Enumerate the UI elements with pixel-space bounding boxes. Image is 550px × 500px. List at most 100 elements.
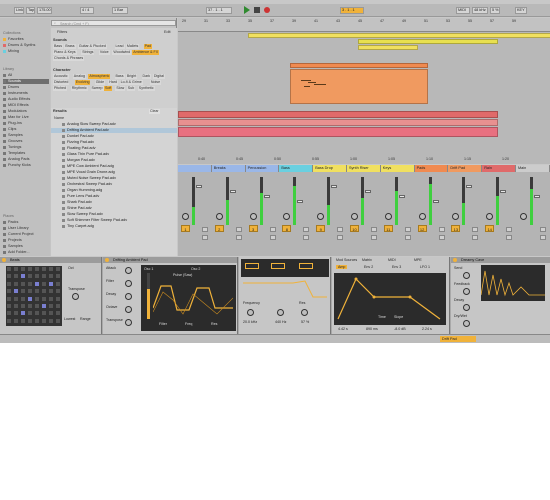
drum-pad[interactable] bbox=[55, 303, 61, 309]
sidebar-item-punchy-kicks[interactable]: Punchy Kicks bbox=[3, 163, 49, 168]
pan-knob[interactable] bbox=[520, 213, 527, 220]
mod-tab[interactable]: Matrix bbox=[362, 258, 372, 262]
drum-pad[interactable] bbox=[20, 310, 26, 317]
filter-tag-atmospheric[interactable]: Atmospheric bbox=[88, 74, 111, 79]
pan-knob[interactable] bbox=[249, 213, 257, 220]
drum-pad[interactable] bbox=[20, 295, 26, 302]
track-activator[interactable]: 14 bbox=[485, 225, 495, 232]
drum-pad[interactable] bbox=[55, 266, 61, 272]
sidebar-item-modulators[interactable]: Modulators bbox=[3, 109, 49, 114]
arrangement-clip[interactable] bbox=[178, 127, 498, 137]
mixer-channel-header[interactable]: Main bbox=[516, 165, 550, 172]
places-item-current-project[interactable]: Current Project bbox=[3, 232, 49, 237]
signature-field[interactable]: 4 / 4 bbox=[80, 7, 94, 14]
arm-button[interactable] bbox=[438, 235, 445, 240]
filter-tag-lead[interactable]: Lead bbox=[114, 44, 125, 49]
delay-knob[interactable] bbox=[463, 320, 470, 327]
key-map-button[interactable]: KEY bbox=[515, 7, 527, 14]
filter-tag-glide[interactable]: Glide bbox=[94, 80, 106, 85]
filter-tag-woodwind[interactable]: Woodwind bbox=[112, 50, 132, 55]
filter-tag-evolving[interactable]: Evolving bbox=[74, 80, 91, 85]
drum-pad[interactable] bbox=[13, 288, 19, 295]
drum-pad[interactable] bbox=[48, 310, 54, 317]
sidebar-item-instruments[interactable]: Instruments bbox=[3, 91, 49, 96]
mod-slot-2[interactable] bbox=[271, 263, 285, 269]
pan-knob[interactable] bbox=[283, 213, 291, 220]
arrangement-clip[interactable] bbox=[290, 63, 428, 68]
drum-pad[interactable] bbox=[27, 310, 33, 317]
record-icon[interactable] bbox=[264, 7, 270, 13]
result-item[interactable]: Slow Sweep Pad.adv bbox=[51, 212, 177, 217]
mod-tab[interactable]: MIDI bbox=[388, 258, 396, 262]
time-label[interactable]: Time bbox=[378, 315, 386, 319]
arm-button[interactable] bbox=[506, 235, 513, 240]
drum-pad[interactable] bbox=[6, 266, 12, 272]
mixer-channel-header[interactable]: Bass bbox=[279, 165, 314, 172]
pan-knob[interactable] bbox=[452, 213, 460, 220]
drum-pad[interactable] bbox=[48, 266, 54, 272]
filter-tag-sweep[interactable]: Sweep bbox=[90, 86, 104, 91]
drum-pad[interactable] bbox=[13, 310, 19, 317]
sidebar-item-grooves[interactable]: Grooves bbox=[3, 139, 49, 144]
drum-pad[interactable] bbox=[27, 273, 33, 280]
filter-tag-noise[interactable]: Noise bbox=[149, 80, 162, 85]
volume-fader[interactable] bbox=[297, 200, 304, 203]
metronome-quantize[interactable]: 1 Bar bbox=[112, 7, 128, 14]
search-input[interactable]: ⌕ Search (Cmd + F) bbox=[51, 20, 176, 26]
envelope-tab[interactable]: Env 2 bbox=[364, 265, 373, 269]
drum-pad[interactable] bbox=[27, 303, 33, 309]
result-item[interactable]: Morgan Pad.adv bbox=[51, 158, 177, 163]
link-button[interactable]: Link bbox=[14, 7, 24, 14]
solo-button[interactable] bbox=[202, 227, 208, 232]
sidebar-item-sounds[interactable]: Sounds bbox=[3, 79, 49, 84]
envelope-display[interactable]: Time Slope bbox=[334, 273, 446, 325]
sidebar-item-drums-synths[interactable]: Drums & Synths bbox=[3, 43, 49, 48]
drum-pad[interactable] bbox=[13, 303, 19, 309]
track-activator[interactable]: 13 bbox=[451, 225, 461, 232]
result-item[interactable]: Organ Humming.adg bbox=[51, 188, 177, 193]
position-field[interactable]: 37 . 1 . 1 bbox=[206, 7, 232, 14]
volume-fader[interactable] bbox=[432, 200, 439, 203]
sidebar-item-midi-effects[interactable]: MIDI Effects bbox=[3, 103, 49, 108]
sidebar-item-analog-pads[interactable]: Analog Pads bbox=[3, 157, 49, 162]
sidebar-item-clips[interactable]: Clips bbox=[3, 127, 49, 132]
result-item[interactable]: Shine Pad.adv bbox=[51, 206, 177, 211]
device-power-icon[interactable] bbox=[105, 258, 109, 262]
drum-pad[interactable] bbox=[41, 317, 47, 324]
mixer-channel-header[interactable]: Bass Drop bbox=[313, 165, 347, 172]
result-item[interactable]: Pure Lens Pad.adv bbox=[51, 194, 177, 199]
filters-edit-button[interactable]: Edit bbox=[164, 30, 171, 34]
filter-tag-rhythmic[interactable]: Rhythmic bbox=[70, 86, 88, 91]
arm-button[interactable] bbox=[235, 235, 242, 240]
frequency2-knob[interactable] bbox=[277, 309, 284, 316]
mixer-channel-header[interactable]: Drift Pad bbox=[448, 165, 483, 172]
drum-pad[interactable] bbox=[48, 317, 54, 324]
macro-knob[interactable] bbox=[125, 293, 132, 300]
drum-pad[interactable] bbox=[34, 266, 40, 272]
pan-knob[interactable] bbox=[317, 213, 325, 220]
filter-tag-synthetic[interactable]: Synthetic bbox=[137, 86, 155, 91]
track-activator[interactable]: 10 bbox=[350, 225, 359, 232]
stop-icon[interactable] bbox=[254, 7, 260, 13]
arm-button[interactable] bbox=[337, 235, 344, 240]
solo-button[interactable] bbox=[303, 227, 310, 232]
envelope-tab[interactable]: Amp bbox=[336, 265, 348, 269]
mixer-channel-header[interactable] bbox=[178, 165, 212, 172]
macro-knob[interactable] bbox=[125, 280, 132, 287]
drum-pad[interactable] bbox=[48, 288, 54, 295]
drum-pad[interactable] bbox=[13, 266, 19, 272]
filter-tag-brass[interactable]: Brass bbox=[64, 44, 76, 49]
filter-tag-bass[interactable]: Bass bbox=[114, 74, 125, 79]
filter-tag-bright[interactable]: Bright bbox=[125, 74, 138, 79]
mixer-channel-header[interactable]: Percussion bbox=[245, 165, 280, 172]
drum-pad[interactable] bbox=[34, 295, 40, 302]
result-item[interactable]: MPE Cow Ambient Pad.adg bbox=[51, 164, 177, 169]
result-item[interactable]: Shark Pad.adv bbox=[51, 200, 177, 205]
status-selected-track[interactable]: Drift Pad bbox=[440, 336, 476, 342]
drum-pad[interactable] bbox=[34, 310, 40, 317]
drum-pad[interactable] bbox=[27, 295, 33, 302]
mixer-channel-header[interactable]: Pads bbox=[414, 165, 449, 172]
sidebar-item-samples[interactable]: Samples bbox=[3, 133, 49, 138]
filter-tag-dark[interactable]: Dark bbox=[141, 74, 152, 79]
arm-button[interactable] bbox=[269, 235, 276, 240]
